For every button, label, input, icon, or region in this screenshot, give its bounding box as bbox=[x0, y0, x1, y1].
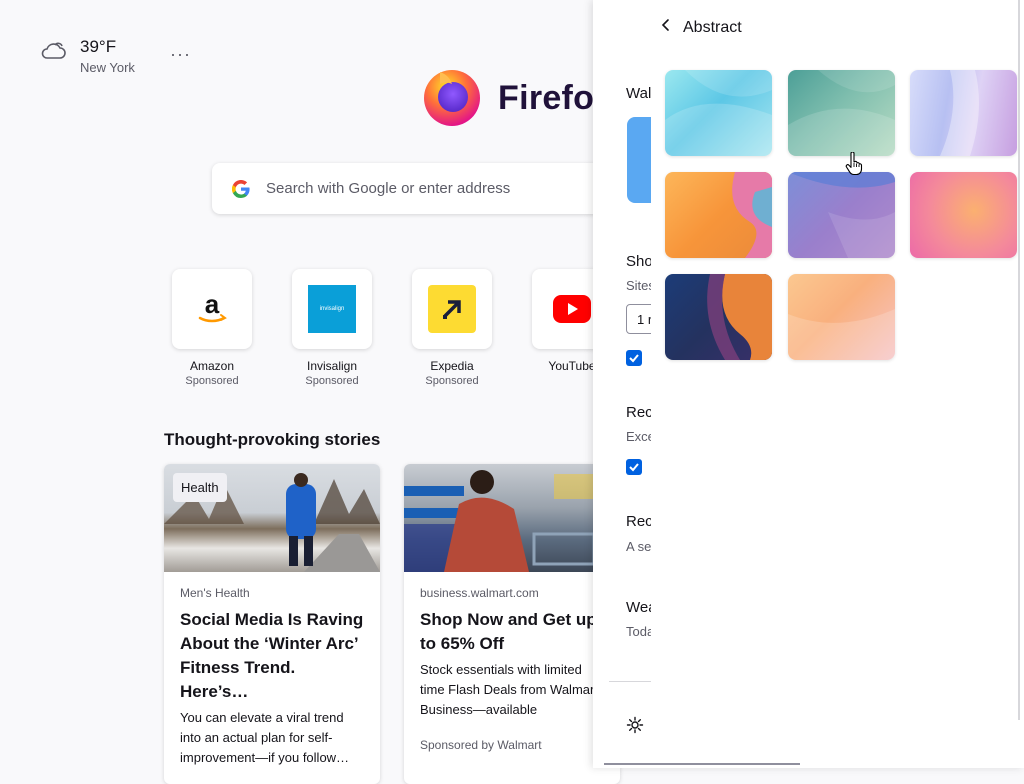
wallpaper-swatch-abstract-purple-blue[interactable] bbox=[788, 172, 895, 258]
search-input[interactable] bbox=[264, 179, 588, 198]
gear-icon[interactable] bbox=[626, 716, 644, 739]
story-card[interactable]: Health Men's Health Social Media Is Ravi… bbox=[164, 464, 380, 784]
divider bbox=[609, 681, 651, 682]
story-source: business.walmart.com bbox=[420, 586, 539, 600]
category-tag: Health bbox=[173, 473, 227, 502]
weather-menu-button[interactable]: ··· bbox=[170, 44, 191, 65]
weather-city: New York bbox=[80, 60, 135, 75]
shortcut-invisalign[interactable]: invisalign Invisalign Sponsored bbox=[292, 269, 372, 387]
wallpaper-subpanel: Abstract bbox=[651, 0, 1024, 768]
weather-sub: Toda bbox=[626, 624, 655, 639]
svg-text:a: a bbox=[205, 289, 220, 319]
firefox-brand: Firefox bbox=[420, 64, 613, 133]
stories-heading: Thought-provoking stories bbox=[164, 430, 381, 449]
expedia-logo-icon bbox=[428, 285, 476, 333]
recent-heading: Rec bbox=[626, 513, 653, 530]
recommended-checkbox[interactable] bbox=[626, 459, 642, 475]
recommended-heading: Rec bbox=[626, 404, 653, 421]
hand-cursor-icon bbox=[845, 151, 863, 181]
shortcut-amazon[interactable]: a Amazon Sponsored bbox=[172, 269, 252, 387]
story-excerpt: You can elevate a viral trend into an ac… bbox=[180, 710, 350, 765]
panel-bottom-scrollbar[interactable] bbox=[604, 763, 800, 765]
recent-sub: A se bbox=[626, 539, 652, 554]
shortcuts-heading: Sho bbox=[626, 253, 653, 270]
wallpaper-swatch-abstract-peach[interactable] bbox=[788, 274, 895, 360]
weather-temperature: 39°F bbox=[80, 37, 117, 56]
invisalign-logo-icon: invisalign bbox=[308, 285, 356, 333]
story-title: Social Media Is Raving About the ‘Winter… bbox=[180, 610, 364, 701]
sponsor-label: Sponsored by Walmart bbox=[420, 738, 542, 752]
shortcut-expedia[interactable]: Expedia Sponsored bbox=[412, 269, 492, 387]
shortcut-name: Invisalign bbox=[306, 359, 358, 373]
shortcut-sponsored-label: Sponsored bbox=[305, 375, 359, 387]
wallpaper-swatch-abstract-teal[interactable] bbox=[788, 70, 895, 156]
wallpaper-swatch-abstract-navy-orange[interactable] bbox=[665, 274, 772, 360]
shortcut-name: Amazon bbox=[189, 359, 235, 373]
wallpaper-swatch-abstract-cyan[interactable] bbox=[665, 70, 772, 156]
shortcut-sponsored-label: Sponsored bbox=[185, 375, 239, 387]
cloud-icon bbox=[38, 36, 68, 71]
story-excerpt: Stock essentials with limited time Flash… bbox=[420, 662, 598, 717]
chevron-left-icon bbox=[659, 18, 673, 37]
story-source: Men's Health bbox=[180, 586, 250, 600]
shortcut-box bbox=[412, 269, 492, 349]
shortcut-box: invisalign bbox=[292, 269, 372, 349]
wallpaper-swatch-abstract-pink-orange[interactable] bbox=[910, 172, 1017, 258]
story-title: Shop Now and Get up to 65% Off bbox=[420, 610, 597, 653]
story-image bbox=[404, 464, 620, 572]
subpanel-title: Abstract bbox=[683, 18, 742, 36]
weather-widget[interactable]: 39°F New York bbox=[38, 36, 135, 75]
firefox-logo-icon bbox=[420, 64, 484, 133]
wallpaper-swatch-abstract-lavender[interactable] bbox=[910, 70, 1017, 156]
wallpaper-swatch-abstract-orange-pink[interactable] bbox=[665, 172, 772, 258]
google-icon bbox=[231, 179, 250, 198]
scrollbar[interactable] bbox=[1018, 0, 1020, 720]
search-box[interactable] bbox=[212, 163, 632, 214]
story-image: Health bbox=[164, 464, 380, 572]
shortcut-name: Expedia bbox=[430, 359, 474, 373]
shortcut-sponsored-label: Sponsored bbox=[425, 375, 479, 387]
shortcuts-checkbox[interactable] bbox=[626, 350, 642, 366]
wallpapers-heading: Wal bbox=[626, 85, 652, 102]
back-button[interactable]: Abstract bbox=[659, 18, 742, 37]
story-card[interactable]: business.walmart.com Shop Now and Get up… bbox=[404, 464, 620, 784]
amazon-logo-icon: a bbox=[172, 269, 252, 349]
